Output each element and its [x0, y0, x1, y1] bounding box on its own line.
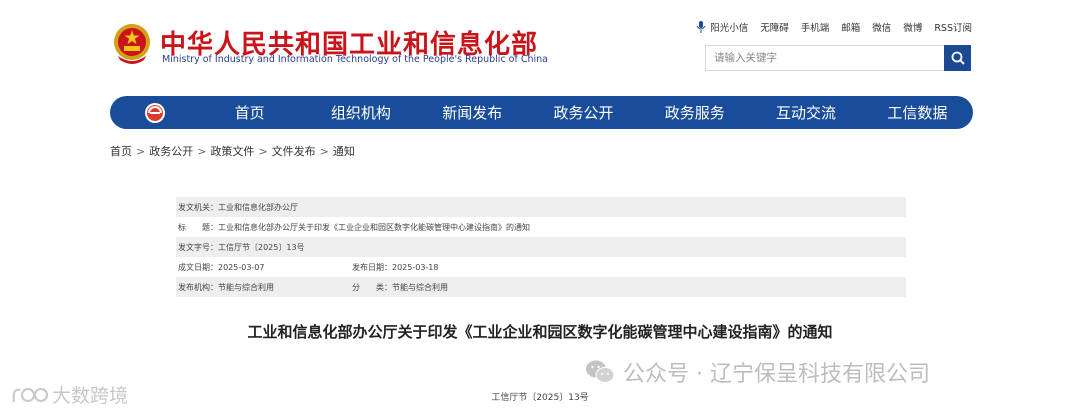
nav-home[interactable]: 首页 — [194, 102, 305, 123]
meta-subject: 标 题：工业和信息化部办公厅关于印发《工业企业和园区数字化能碳管理中心建设指南》… — [178, 222, 530, 232]
top-links: 阳光小信 无障碍 手机端 邮箱 微信 微博 RSS订阅 — [696, 20, 972, 34]
link-wechat[interactable]: 微信 — [872, 20, 891, 34]
document-metadata: 发文机关：工业和信息化部办公厅 标 题：工业和信息化部办公厅关于印发《工业企业和… — [176, 197, 906, 297]
link-email[interactable]: 邮箱 — [841, 20, 860, 34]
meta-row-doc-no: 发文字号：工信厅节〔2025〕13号 — [176, 237, 906, 257]
document-title: 工业和信息化部办公厅关于印发《工业企业和园区数字化能碳管理中心建设指南》的通知 — [247, 323, 833, 341]
breadcrumb-policy-documents[interactable]: 政策文件 — [210, 145, 254, 158]
national-emblem-icon — [112, 22, 152, 66]
breadcrumb-notice[interactable]: 通知 — [333, 145, 355, 158]
link-accessibility[interactable]: 无障碍 — [760, 20, 789, 34]
meta-agency: 发布机构：节能与综合利用 — [178, 282, 274, 292]
breadcrumb-government-affairs[interactable]: 政务公开 — [149, 145, 193, 158]
nav-organization[interactable]: 组织机构 — [305, 102, 416, 123]
breadcrumb-file-release[interactable]: 文件发布 — [272, 145, 316, 158]
search-icon — [951, 51, 965, 65]
link-rss[interactable]: RSS订阅 — [934, 20, 972, 34]
nav-interaction[interactable]: 互动交流 — [750, 102, 861, 123]
meta-row-subject: 标 题：工业和信息化部办公厅关于印发《工业企业和园区数字化能碳管理中心建设指南》… — [176, 217, 906, 237]
link-weibo[interactable]: 微博 — [903, 20, 922, 34]
nav-services[interactable]: 政务服务 — [639, 102, 750, 123]
nav-data[interactable]: 工信数据 — [862, 102, 973, 123]
link-sunshine[interactable]: 阳光小信 — [710, 20, 748, 34]
meta-category: 分 类：节能与综合利用 — [352, 282, 448, 292]
link-mobile[interactable]: 手机端 — [801, 20, 830, 34]
meta-row-dates: 成文日期：2025-03-07 发布日期：2025-03-18 — [176, 257, 906, 277]
wechat-watermark-text: 公众号 · 辽宁保呈科技有限公司 — [623, 362, 930, 387]
search-button[interactable] — [944, 45, 971, 71]
meta-doc-no: 发文字号：工信厅节〔2025〕13号 — [178, 242, 305, 252]
nav-news[interactable]: 新闻发布 — [417, 102, 528, 123]
breadcrumb: 首页 > 政务公开 > 政策文件 > 文件发布 > 通知 — [110, 145, 355, 158]
document-number: 工信厅节〔2025〕13号 — [491, 393, 589, 403]
nav-government-affairs[interactable]: 政务公开 — [528, 102, 639, 123]
wechat-watermark: 公众号 · 辽宁保呈科技有限公司 — [585, 356, 930, 388]
meta-row-agency: 发布机构：节能与综合利用 分 类：节能与综合利用 — [176, 277, 906, 297]
miit-logo-icon — [144, 102, 166, 124]
microphone-icon — [696, 21, 706, 33]
breadcrumb-home[interactable]: 首页 — [110, 145, 132, 158]
meta-issuer: 发文机关：工业和信息化部办公厅 — [178, 202, 298, 212]
meta-published: 发布日期：2025-03-18 — [352, 262, 439, 272]
site-subtitle: Ministry of Industry and Information Tec… — [162, 54, 548, 65]
meta-created: 成文日期：2025-03-07 — [178, 262, 265, 272]
meta-row-issuer: 发文机关：工业和信息化部办公厅 — [176, 197, 906, 217]
main-nav: 首页 组织机构 新闻发布 政务公开 政务服务 互动交流 工信数据 — [110, 96, 973, 129]
search-box — [705, 45, 971, 71]
search-input[interactable] — [706, 46, 944, 70]
wechat-icon — [586, 360, 615, 383]
